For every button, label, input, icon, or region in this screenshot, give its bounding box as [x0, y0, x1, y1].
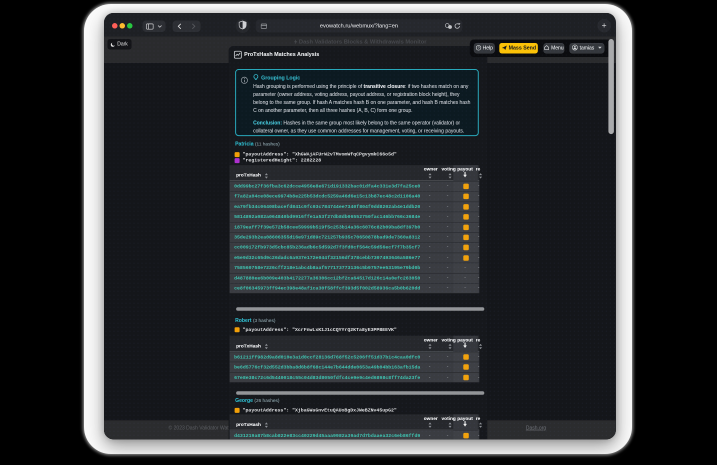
svg-text:?: ? [477, 46, 479, 50]
